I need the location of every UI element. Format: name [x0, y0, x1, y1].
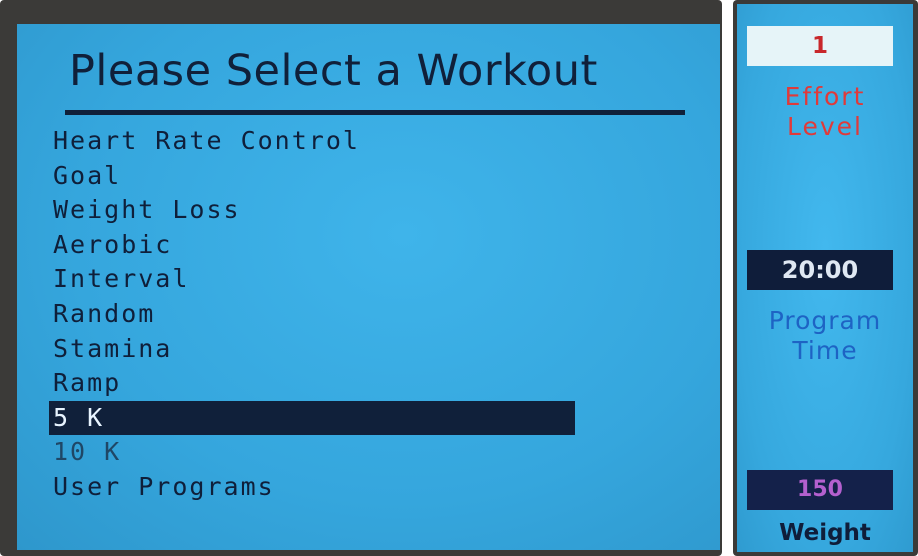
program-time-value: 20:00	[747, 250, 893, 290]
workout-menu: Heart Rate Control Goal Weight Loss Aero…	[49, 124, 575, 505]
time-label-line1: Program	[768, 306, 882, 335]
side-status-screen: 1 Effort Level 20:00 Program Time 150 We…	[737, 4, 913, 552]
menu-item-interval[interactable]: Interval	[53, 262, 575, 297]
effort-level-value: 1	[747, 26, 893, 66]
weight-label: Weight	[779, 520, 871, 546]
menu-item-10k[interactable]: 10 K	[53, 435, 575, 470]
menu-item-random[interactable]: Random	[53, 297, 575, 332]
time-label-line2: Time	[792, 336, 858, 365]
menu-item-heart-rate-control[interactable]: Heart Rate Control	[53, 124, 575, 159]
menu-item-5k[interactable]: 5 K	[49, 400, 575, 436]
weight-value: 150	[747, 470, 893, 510]
menu-item-weight-loss[interactable]: Weight Loss	[53, 193, 575, 228]
menu-item-ramp[interactable]: Ramp	[53, 366, 575, 401]
workout-select-screen: Please Select a Workout Heart Rate Contr…	[17, 24, 720, 550]
effort-label-line2: Level	[787, 112, 863, 141]
title-underline	[65, 110, 685, 115]
menu-item-aerobic[interactable]: Aerobic	[53, 228, 575, 263]
effort-label-line1: Effort	[784, 82, 866, 111]
program-time-label: Program Time	[737, 306, 913, 366]
effort-level-label: Effort Level	[737, 82, 913, 142]
page-title: Please Select a Workout	[69, 46, 598, 96]
menu-item-stamina[interactable]: Stamina	[53, 332, 575, 367]
menu-item-goal[interactable]: Goal	[53, 159, 575, 194]
menu-item-user-programs[interactable]: User Programs	[53, 470, 575, 505]
